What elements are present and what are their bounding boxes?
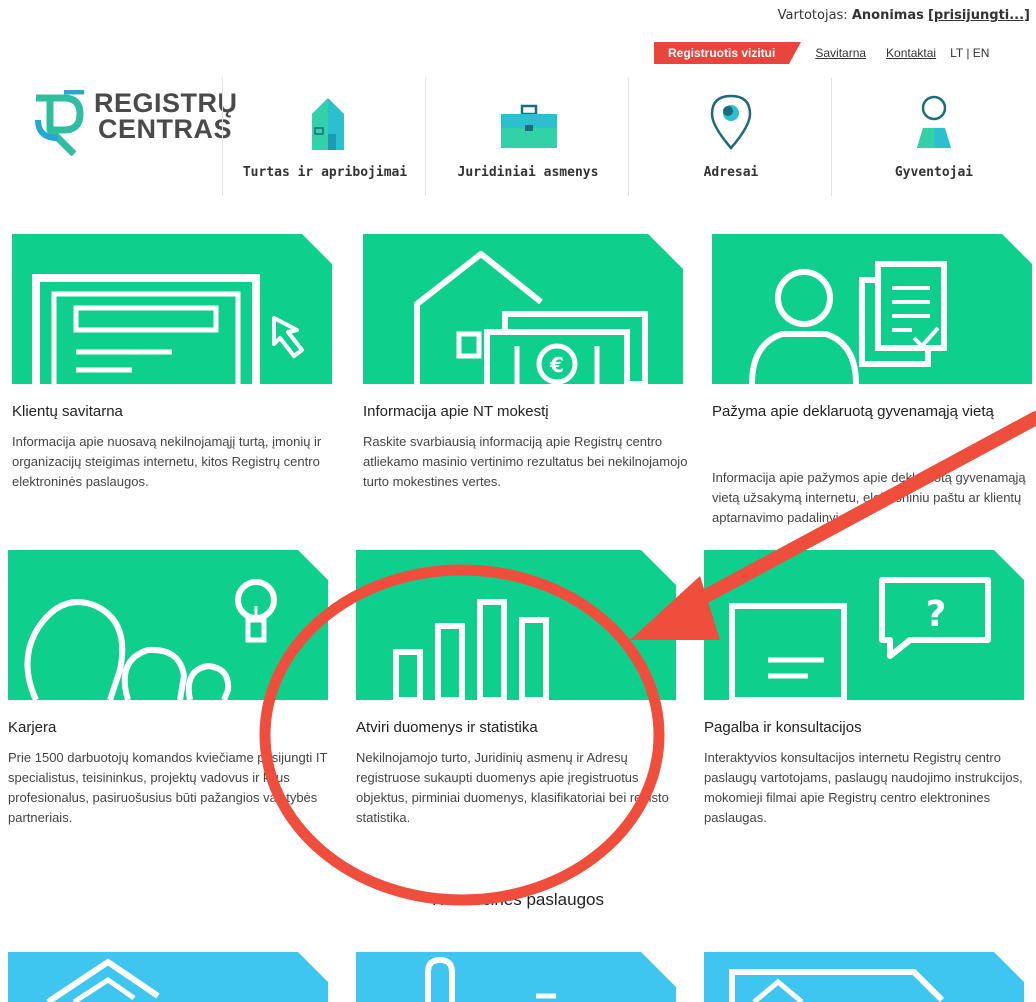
- category-label: Turtas ir apribojimai: [242, 165, 408, 180]
- user-status: Vartotojas: Anonimas [prisijungti...]: [778, 8, 1030, 23]
- logo-mark-icon: [35, 90, 84, 156]
- logo-line2: CENTRAS: [98, 114, 233, 144]
- card-title: Atviri duomenys ir statistika: [356, 719, 538, 736]
- site-logo[interactable]: REGISTRŲ CENTRAS: [28, 90, 238, 156]
- card-text: Informacija apie nuosavą nekilnojamąjį t…: [12, 434, 322, 489]
- card-title: Karjera: [8, 719, 57, 736]
- register-visit-button[interactable]: Registruotis vizitui: [654, 42, 802, 64]
- contacts-link[interactable]: Kontaktai: [886, 46, 936, 60]
- card-text: Nekilnojamojo turto, Juridinių asmenų ir…: [356, 750, 669, 825]
- category-residents[interactable]: Gyventojai: [831, 78, 1036, 196]
- bar-chart-icon: [356, 550, 676, 700]
- commercial-tile-house-icon[interactable]: [8, 952, 328, 1002]
- person-icon: [917, 95, 951, 148]
- user-name: Anonimas: [851, 8, 924, 23]
- map-pin-icon: [710, 94, 752, 150]
- card-text: Raskite svarbiausią informaciją apie Reg…: [363, 434, 688, 489]
- window-cursor-icon: [12, 234, 332, 384]
- login-link[interactable]: [prisijungti...]: [928, 8, 1030, 23]
- card-title: Klientų savitarna: [12, 403, 123, 420]
- category-label: Adresai: [703, 165, 759, 180]
- card-text: Interaktyvios konsultacijos internetu Re…: [704, 750, 1023, 825]
- commercial-services-title: Komercinės paslaugos: [432, 890, 604, 909]
- category-legal-entities[interactable]: Juridiniai asmenys: [425, 78, 630, 196]
- top-navigation: Registruotis vizitui Savitarna Kontaktai…: [654, 42, 989, 64]
- svg-text:?: ?: [926, 594, 947, 635]
- people-idea-icon: [8, 550, 328, 700]
- house-icon: [312, 98, 344, 150]
- commercial-tile-medal-icon[interactable]: [356, 952, 676, 1002]
- category-label: Juridiniai asmenys: [457, 165, 599, 180]
- logo-line1: REGISTRŲ: [94, 88, 238, 118]
- category-label: Gyventojai: [894, 165, 974, 180]
- house-money-icon: €: [363, 234, 683, 384]
- card-title: Pažyma apie deklaruotą gyvenamąją vietą: [712, 403, 994, 420]
- selfservice-link[interactable]: Savitarna: [815, 46, 866, 60]
- card-text: Prie 1500 darbuotojų komandos kviečiame …: [8, 750, 328, 825]
- chat-question-icon: ?: [704, 550, 1024, 700]
- card-title: Pagalba ir konsultacijos: [704, 719, 862, 736]
- person-document-icon: [712, 234, 1032, 384]
- user-label: Vartotojas:: [777, 8, 848, 23]
- commercial-tile-document-icon[interactable]: [704, 952, 1024, 1002]
- category-property[interactable]: Turtas ir apribojimai: [222, 78, 427, 196]
- card-title: Informacija apie NT mokestį: [363, 403, 549, 420]
- card-text: Informacija apie pažymos apie deklaruotą…: [712, 470, 1026, 525]
- briefcase-icon: [501, 104, 557, 148]
- category-addresses[interactable]: Adresai: [628, 78, 833, 196]
- language-switch[interactable]: LT | EN: [950, 46, 989, 60]
- svg-text:€: €: [549, 353, 564, 377]
